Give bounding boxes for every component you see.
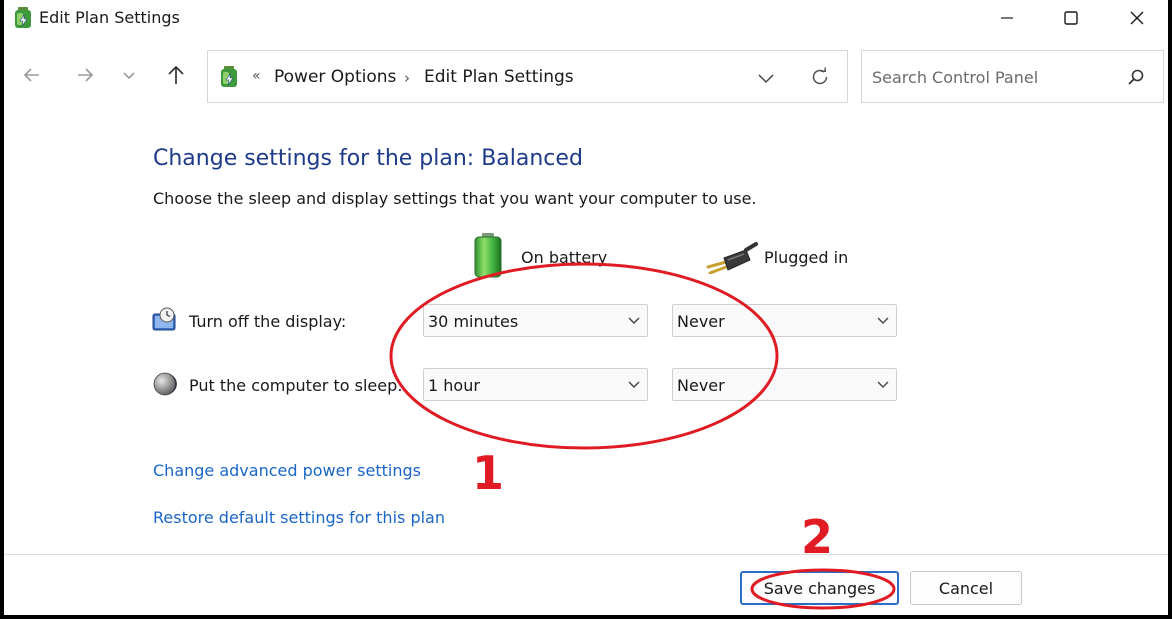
- breadcrumb-edit-plan-settings[interactable]: Edit Plan Settings: [424, 67, 574, 87]
- sleep-battery-value: 1 hour: [428, 376, 480, 395]
- title-bar: Edit Plan Settings: [4, 0, 1168, 38]
- chevron-down-icon: [628, 317, 640, 324]
- annotation-number-2: 2: [801, 510, 834, 564]
- turn-off-display-label: Turn off the display:: [189, 312, 347, 331]
- sleep-plugged-value: Never: [677, 376, 725, 395]
- navigation-bar: « Power Options › Edit Plan Settings: [4, 46, 1168, 106]
- window-title: Edit Plan Settings: [39, 8, 180, 27]
- sleep-battery-select[interactable]: 1 hour: [423, 368, 648, 401]
- display-clock-icon: [152, 307, 176, 331]
- close-button[interactable]: [1106, 0, 1168, 36]
- display-battery-select[interactable]: 30 minutes: [423, 304, 648, 337]
- page-title: Change settings for the plan: Balanced: [153, 146, 583, 171]
- footer-divider: [4, 554, 1168, 555]
- plug-icon: [706, 242, 758, 274]
- recent-locations-button[interactable]: [114, 60, 144, 90]
- maximize-button[interactable]: [1040, 0, 1102, 36]
- annotation-number-1: 1: [472, 446, 505, 500]
- minimize-icon: [1001, 17, 1013, 19]
- minimize-button[interactable]: [976, 0, 1038, 36]
- arrow-right-icon: [78, 68, 94, 82]
- chevron-down-icon: [877, 381, 889, 388]
- restore-defaults-link[interactable]: Restore default settings for this plan: [153, 508, 445, 527]
- on-battery-header: On battery: [521, 248, 608, 267]
- address-dropdown-button[interactable]: [753, 65, 779, 91]
- chevron-down-icon: [123, 72, 135, 80]
- sleep-label: Put the computer to sleep:: [189, 376, 403, 395]
- chevron-down-icon: [628, 381, 640, 388]
- power-options-icon: [221, 66, 237, 87]
- up-button[interactable]: [161, 60, 191, 90]
- refresh-icon: [812, 67, 828, 85]
- back-button[interactable]: [17, 60, 47, 90]
- display-battery-value: 30 minutes: [428, 312, 519, 331]
- power-options-icon: [15, 7, 31, 28]
- page-description: Choose the sleep and display settings th…: [153, 189, 757, 208]
- search-box[interactable]: [861, 50, 1164, 103]
- chevron-down-icon: [877, 317, 889, 324]
- sleep-plugged-select[interactable]: Never: [672, 368, 897, 401]
- display-plugged-value: Never: [677, 312, 725, 331]
- arrow-up-icon: [168, 65, 184, 84]
- battery-icon: [474, 233, 502, 278]
- close-icon: [1130, 11, 1144, 25]
- maximize-icon: [1064, 11, 1078, 25]
- change-advanced-settings-link[interactable]: Change advanced power settings: [153, 461, 421, 480]
- breadcrumb-power-options[interactable]: Power Options: [274, 67, 396, 87]
- search-icon[interactable]: [1124, 65, 1148, 89]
- display-plugged-select[interactable]: Never: [672, 304, 897, 337]
- cancel-button[interactable]: Cancel: [910, 571, 1022, 605]
- address-bar[interactable]: « Power Options › Edit Plan Settings: [207, 50, 848, 103]
- moon-sleep-icon: [153, 372, 177, 396]
- arrow-left-icon: [23, 68, 39, 82]
- annotation-circle-1: [389, 262, 779, 450]
- edit-plan-settings-window: Edit Plan Settings « Power Options › Edi…: [4, 0, 1168, 615]
- save-changes-button[interactable]: Save changes: [740, 571, 899, 605]
- breadcrumb-separator[interactable]: ›: [404, 69, 410, 87]
- plugged-in-header: Plugged in: [764, 248, 849, 267]
- chevron-down-icon: [758, 74, 774, 84]
- refresh-button[interactable]: [807, 64, 833, 90]
- breadcrumb-overflow[interactable]: «: [252, 68, 261, 84]
- search-input[interactable]: [872, 64, 1112, 90]
- forward-button[interactable]: [70, 60, 100, 90]
